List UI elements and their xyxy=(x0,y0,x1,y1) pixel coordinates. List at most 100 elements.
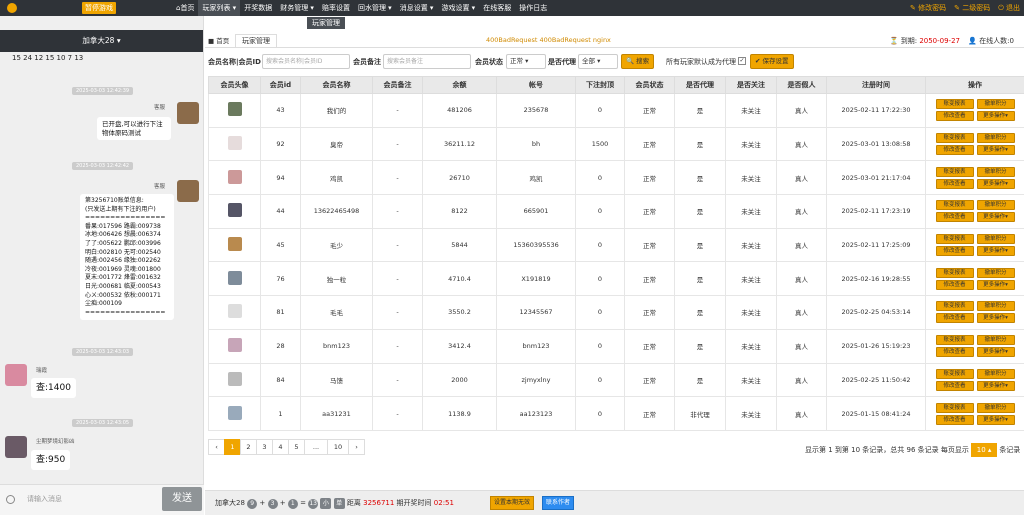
cancel-points-button[interactable]: 撤单积分 xyxy=(976,301,1015,312)
cancel-points-button[interactable]: 撤单积分 xyxy=(976,133,1015,144)
secondary-password-link[interactable]: ✎ 二级密码 xyxy=(954,0,990,16)
cancel-points-button[interactable]: 撤单积分 xyxy=(976,200,1015,211)
logout-link[interactable]: ⏻ 退出 xyxy=(998,0,1020,16)
more-actions-button[interactable]: 更多操作▾ xyxy=(976,111,1015,122)
balance-report-button[interactable]: 账变报表 xyxy=(935,301,974,312)
name-search-input[interactable]: 搜索会员名称|会员ID xyxy=(262,54,350,69)
col-name[interactable]: 会员名称 xyxy=(300,76,373,94)
chat-input[interactable]: 请输入消息 xyxy=(27,494,62,504)
col-time[interactable]: 注册时间 xyxy=(826,76,926,94)
more-actions-button[interactable]: 更多操作▾ xyxy=(976,246,1015,257)
col-limit[interactable]: 下注封顶 xyxy=(575,76,625,94)
balance-report-button[interactable]: 账变报表 xyxy=(935,200,974,211)
cell-limit: 0 xyxy=(575,396,625,431)
page-10[interactable]: 10 xyxy=(327,439,349,455)
nav-player-list[interactable]: 玩家列表 ▾ xyxy=(198,0,241,16)
nav-messages[interactable]: 消息设置 ▾ xyxy=(396,0,438,16)
default-agent-checkbox[interactable]: ✓ xyxy=(738,57,746,65)
default-agent-label: 所有玩家默认成为代理 xyxy=(666,58,736,66)
col-fake[interactable]: 是否假人 xyxy=(776,76,827,94)
nav-op-log[interactable]: 操作日志 xyxy=(515,0,551,16)
subnav-player-manage[interactable]: 玩家管理 xyxy=(307,17,345,29)
page-5[interactable]: 5 xyxy=(288,439,305,455)
invalidate-issue-button[interactable]: 设置本期无效 xyxy=(490,496,535,510)
tab-home[interactable]: ■ 首页 xyxy=(208,35,229,47)
chat-message: 已开盘,可以进行下注 物体原码测试 xyxy=(97,117,171,141)
col-avatar[interactable]: 会员头像 xyxy=(208,76,261,94)
nav-home[interactable]: ⌂首页 xyxy=(172,0,198,16)
cell-fake: 真人 xyxy=(776,362,827,398)
nav-odds[interactable]: 赔率设置 xyxy=(318,0,354,16)
plus-sign: + xyxy=(259,499,266,507)
agent-select[interactable]: 全部 ▾ xyxy=(578,54,618,69)
page-2[interactable]: 2 xyxy=(240,439,257,455)
cancel-points-button[interactable]: 撤单积分 xyxy=(976,234,1015,245)
more-actions-button[interactable]: 更多操作▾ xyxy=(976,212,1015,223)
balance-report-button[interactable]: 账变报表 xyxy=(935,133,974,144)
more-actions-button[interactable]: 更多操作▾ xyxy=(976,347,1015,358)
send-button[interactable]: 发送 xyxy=(162,487,202,511)
cancel-points-button[interactable]: 撤单积分 xyxy=(976,402,1015,413)
edit-view-button[interactable]: 修改查看 xyxy=(935,347,974,358)
edit-view-button[interactable]: 修改查看 xyxy=(935,212,974,223)
col-follow[interactable]: 是否关注 xyxy=(725,76,777,94)
nav-rebate[interactable]: 回水管理 ▾ xyxy=(354,0,396,16)
pause-game-button[interactable]: 暂停游戏 xyxy=(82,2,116,14)
status-select[interactable]: 正常 ▾ xyxy=(506,54,546,69)
cancel-points-button[interactable]: 撤单积分 xyxy=(976,99,1015,110)
cancel-points-button[interactable]: 撤单积分 xyxy=(976,267,1015,278)
page-size-select[interactable]: 10 ▴ xyxy=(971,443,998,457)
col-balance[interactable]: 余额 xyxy=(422,76,497,94)
nav-draw-data[interactable]: 开奖数据 xyxy=(240,0,276,16)
subnav-player-ip[interactable]: 玩家ip管理 xyxy=(345,17,389,29)
more-actions-button[interactable]: 更多操作▾ xyxy=(976,313,1015,324)
chat-game-selector[interactable]: 加拿大28 ▾ xyxy=(0,30,203,52)
chat-line: 第3256710账单信息: xyxy=(85,197,144,204)
page-next[interactable]: › xyxy=(348,439,365,455)
col-note[interactable]: 会员备注 xyxy=(372,76,423,94)
edit-view-button[interactable]: 修改查看 xyxy=(935,279,974,290)
balance-report-button[interactable]: 账变报表 xyxy=(935,166,974,177)
page-1[interactable]: 1 xyxy=(224,439,241,455)
page-4[interactable]: 4 xyxy=(272,439,289,455)
contact-author-button[interactable]: 联系作者 xyxy=(542,496,575,510)
edit-view-button[interactable]: 修改查看 xyxy=(935,313,974,324)
balance-report-button[interactable]: 账变报表 xyxy=(935,267,974,278)
nav-game-settings[interactable]: 游戏设置 ▾ xyxy=(437,0,479,16)
balance-report-button[interactable]: 账变报表 xyxy=(935,99,974,110)
edit-view-button[interactable]: 修改查看 xyxy=(935,380,974,391)
balance-report-button[interactable]: 账变报表 xyxy=(935,402,974,413)
more-actions-button[interactable]: 更多操作▾ xyxy=(976,178,1015,189)
edit-view-button[interactable]: 修改查看 xyxy=(935,414,974,425)
page-prev[interactable]: ‹ xyxy=(208,439,225,455)
more-actions-button[interactable]: 更多操作▾ xyxy=(976,279,1015,290)
col-id[interactable]: 会员id xyxy=(260,76,301,94)
balance-report-button[interactable]: 账变报表 xyxy=(935,234,974,245)
nav-online-support[interactable]: 在线客服 xyxy=(479,0,515,16)
more-actions-button[interactable]: 更多操作▾ xyxy=(976,380,1015,391)
cancel-points-button[interactable]: 撤单积分 xyxy=(976,335,1015,346)
more-actions-button[interactable]: 更多操作▾ xyxy=(976,145,1015,156)
note-search-input[interactable]: 搜索会员备注 xyxy=(383,54,471,69)
edit-view-button[interactable]: 修改查看 xyxy=(935,246,974,257)
balance-report-button[interactable]: 账变报表 xyxy=(935,368,974,379)
edit-view-button[interactable]: 修改查看 xyxy=(935,178,974,189)
more-actions-button[interactable]: 更多操作▾ xyxy=(976,414,1015,425)
chat-line: 尘痴:000109 xyxy=(85,300,122,308)
emoji-icon[interactable] xyxy=(6,495,15,504)
save-settings-button[interactable]: ✔ 保存设置 xyxy=(750,54,794,69)
change-password-link[interactable]: ✎ 修改密码 xyxy=(910,0,946,16)
balance-report-button[interactable]: 账变报表 xyxy=(935,335,974,346)
col-account[interactable]: 帐号 xyxy=(496,76,576,94)
edit-view-button[interactable]: 修改查看 xyxy=(935,145,974,156)
col-status[interactable]: 会员状态 xyxy=(624,76,675,94)
search-button[interactable]: 🔍 搜索 xyxy=(621,54,655,69)
nav-finance[interactable]: 财务管理 ▾ xyxy=(276,0,318,16)
cancel-points-button[interactable]: 撤单积分 xyxy=(976,368,1015,379)
open-time-label: 期开奖时间 xyxy=(396,499,432,507)
edit-view-button[interactable]: 修改查看 xyxy=(935,111,974,122)
col-agent[interactable]: 是否代理 xyxy=(674,76,726,94)
tab-player-manage[interactable]: 玩家管理 xyxy=(235,34,277,47)
page-3[interactable]: 3 xyxy=(256,439,273,455)
cancel-points-button[interactable]: 撤单积分 xyxy=(976,166,1015,177)
